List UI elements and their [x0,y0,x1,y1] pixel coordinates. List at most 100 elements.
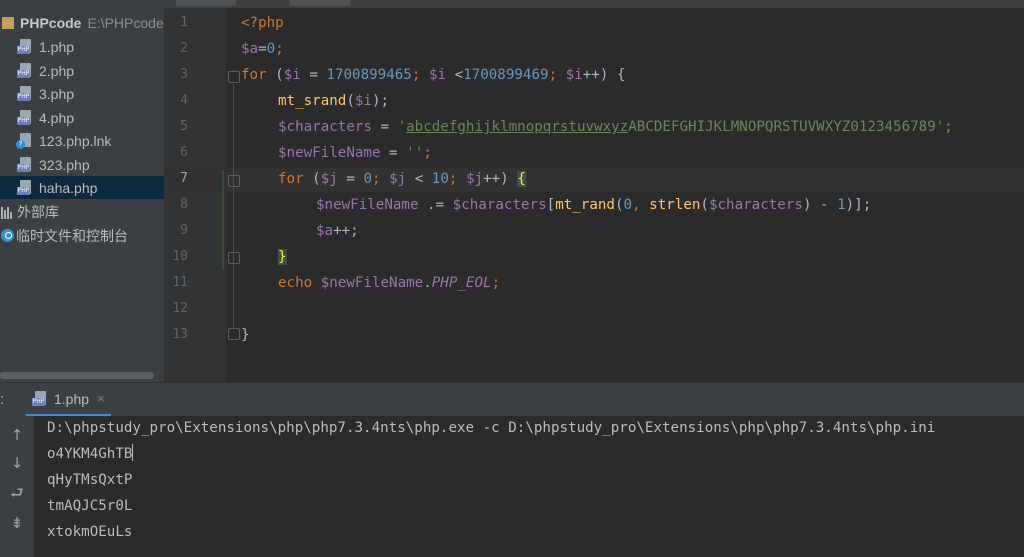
token-var: $j [320,171,338,187]
fold-marker-icon[interactable] [228,175,240,187]
token-semi: ; [275,41,284,57]
sidebar-scrollbar[interactable] [0,372,154,379]
code-line-10: } [278,244,287,270]
console-text: o4YKM4GhTB [47,446,133,462]
token-num: 1 [837,197,846,213]
tree-item-external-libraries[interactable]: 外部库 [0,200,164,223]
token-var: $characters [452,197,547,213]
code-line-5: $characters = 'abcdefghijklmnopqrstuvwxy… [278,114,953,140]
external-libraries-label: 外部库 [17,203,59,220]
token-punct: [ [546,197,556,213]
scroll-down-icon[interactable]: ↓ [8,454,26,472]
token-punct: ( [303,171,321,187]
change-marker [222,170,224,270]
token-var: $i [565,67,583,83]
project-root-name: PHPcode [20,14,82,31]
code-line-6: $newFileName = ''; [278,140,432,166]
token-semi: ; [548,67,566,83]
php-file-icon: PHP [32,390,48,407]
close-icon[interactable]: × [97,391,105,406]
fold-guide [233,84,234,328]
line-number: 12 [172,301,188,316]
code-line-1: <?php [241,10,284,36]
tree-item-file[interactable]: ? 123.php.lnk [0,129,164,152]
line-number: 13 [172,327,188,342]
scroll-up-icon[interactable]: ↑ [8,426,26,444]
tree-item-scratches[interactable]: 临时文件和控制台 [0,224,164,247]
php-file-icon: PHP [17,109,33,126]
php-file-icon: PHP [17,179,33,196]
token-op: < [446,67,464,83]
editor-tab[interactable] [176,0,236,6]
code-line-2: $a=0; [241,36,284,62]
tree-item-file[interactable]: PHP 4.php [0,106,164,129]
fold-marker-icon[interactable] [228,328,240,340]
scratches-icon [1,229,14,242]
token-op: . [423,275,432,291]
token-var: $j [465,171,484,187]
folder-icon [2,16,14,29]
file-label: haha.php [39,179,98,196]
token-num: 1700899469 [463,67,549,83]
tree-item-file[interactable]: PHP 1.php [0,35,164,58]
run-prefix: : [0,391,5,408]
token-var: $newFileName [316,197,419,213]
token-var: $j [389,171,407,187]
line-number: 3 [180,67,188,82]
run-tab-label: 1.php [54,390,90,407]
run-tab[interactable]: PHP 1.php × [26,383,111,417]
token-num: 1700899465 [326,67,412,83]
token-semi: ; [411,67,429,83]
line-number: 4 [180,93,188,108]
line-number: 1 [180,15,188,30]
token-punct: } [241,327,250,343]
token-string: ' [935,119,945,135]
token-op: < [406,171,432,187]
file-label: 323.php [39,156,90,173]
code-line-11: echo $newFileName.PHP_EOL; [278,270,500,296]
tree-item-file-selected[interactable]: PHP haha.php [0,176,164,199]
fold-marker-icon[interactable] [228,252,240,264]
console-line: D:\phpstudy_pro\Extensions\php\php7.3.4n… [47,420,936,436]
tree-item-file[interactable]: PHP 323.php [0,153,164,176]
editor-tab[interactable] [290,0,350,6]
link-file-icon: ? [16,132,33,149]
project-root[interactable]: PHPcode E:\PHPcode [0,11,164,34]
token-num: 0 [623,197,633,213]
token-punct: )]; [845,197,872,213]
token-num: 0 [266,41,276,57]
line-number: 5 [180,119,188,134]
token-op: = [258,41,267,57]
scroll-to-end-icon[interactable]: ⇟ [8,514,26,532]
file-label: 123.php.lnk [39,132,112,149]
token-punct: ++) { [582,67,626,83]
line-number: 10 [172,249,188,264]
fold-marker-icon[interactable] [228,71,240,83]
code-line-7: for ($j = 0; $j < 10; $j++) { [278,166,526,192]
soft-wrap-icon[interactable]: ⮐ [8,484,26,502]
token-keyword: for [241,67,267,83]
token-var: $characters [278,119,372,135]
token-punct: ( [614,197,624,213]
php-file-icon: PHP [17,85,33,102]
project-root-path: E:\PHPcode [87,14,164,31]
token-op: = [371,119,398,135]
php-file-icon: PHP [17,38,33,55]
text-caret [132,444,134,461]
token-punct: ++) [483,171,518,187]
tree-item-file[interactable]: PHP 3.php [0,82,164,105]
file-label: 1.php [39,38,75,55]
token-punct: ( [700,197,709,213]
code-line-3: for ($i = 1700899465; $i <1700899469; $i… [241,62,625,88]
token-num: 10 [431,171,449,187]
console-line: tmAQJC5r0L [47,498,133,514]
tree-item-file[interactable]: PHP 2.php [0,59,164,82]
token-keyword: echo [278,275,313,291]
token-string: ABCDEFGHIJKLMNOPQRSTUVWXYZ0123456789 [628,119,936,135]
token-op: = [380,145,407,161]
token-var: $i [283,67,301,83]
token-semi: ; [448,171,466,187]
file-label: 2.php [39,62,75,79]
line-number: 11 [172,275,188,290]
